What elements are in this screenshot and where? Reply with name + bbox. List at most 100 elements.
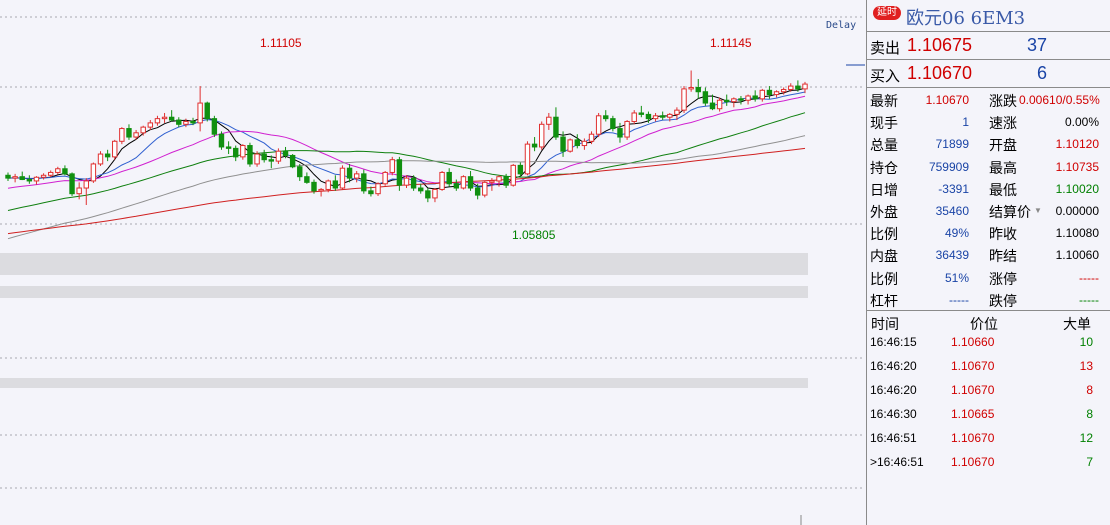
- candle-body-up: [802, 83, 808, 90]
- candle-body-up: [496, 176, 502, 182]
- candle-body-down: [425, 190, 431, 199]
- quote-panel: 延时 欧元06 6EM3 卖出 1.10675 37 买入 1.10670 6 …: [866, 0, 1110, 525]
- candle-body-up: [731, 98, 737, 103]
- candle-body-down: [702, 91, 709, 104]
- candle-body-down: [268, 159, 275, 162]
- candle-body-down: [211, 118, 218, 135]
- delay-label: Delay: [826, 20, 857, 31]
- sell-row[interactable]: 卖出 1.10675 37: [867, 32, 1110, 59]
- candle-body-down: [795, 85, 801, 90]
- stat-row: 比例 49% 昨收 1.10080: [867, 221, 1110, 245]
- stat-label: 最低: [989, 181, 1017, 198]
- candle-body-down: [474, 187, 481, 196]
- candle-body-down: [282, 150, 289, 156]
- candle-body-up: [403, 177, 410, 186]
- candle-body-up: [538, 123, 545, 148]
- tick-time: 16:46:15: [870, 335, 917, 349]
- candle-body-up: [546, 116, 552, 125]
- candle-body-down: [297, 166, 303, 178]
- tick-time: 16:46:51: [870, 431, 917, 445]
- tick-size: 12: [1079, 431, 1093, 445]
- candle-body-up: [510, 164, 516, 186]
- candle-body-up: [780, 88, 787, 93]
- stat-label: 内盘: [870, 248, 898, 265]
- stat-value: 51%: [944, 270, 969, 285]
- band: [0, 286, 808, 298]
- sell-label: 卖出: [870, 40, 901, 57]
- chevron-down-icon[interactable]: ▼: [1034, 206, 1042, 215]
- tick-price: 1.10670: [951, 383, 995, 397]
- tick-price: 1.10670: [951, 455, 995, 469]
- buy-label: 买入: [870, 68, 901, 85]
- candle-body-down: [233, 147, 239, 158]
- candle-body-up: [197, 102, 203, 124]
- tick-row[interactable]: 16:46:15 1.10660 10: [867, 330, 1110, 354]
- candle-body-down: [517, 164, 524, 175]
- candle-body-up: [389, 159, 395, 173]
- stat-value: 759909: [928, 159, 969, 174]
- stat-label: 昨结: [989, 248, 1017, 265]
- candle-body-down: [766, 89, 773, 96]
- candle-body-down: [361, 173, 367, 192]
- candle-body-up: [588, 133, 595, 142]
- candle-body-up: [432, 188, 438, 199]
- candle-body-down: [218, 133, 225, 148]
- tick-size: 7: [1086, 455, 1093, 469]
- candle-body-down: [69, 173, 75, 195]
- tick-row[interactable]: 16:46:20 1.10670 8: [867, 378, 1110, 402]
- candle-body-up: [667, 113, 673, 118]
- stat-label: 最新: [870, 93, 898, 109]
- candle-body-down: [709, 102, 716, 110]
- candle-body-up: [688, 86, 694, 90]
- tick-size: 13: [1079, 359, 1093, 373]
- candle-body-up: [482, 181, 488, 196]
- candle-body-down: [346, 167, 353, 179]
- tick-row[interactable]: 16:46:51 1.10670 12: [867, 426, 1110, 450]
- stat-value: 1.10670: [925, 93, 969, 107]
- candle-body-down: [453, 183, 460, 189]
- tick-row[interactable]: >16:46:51 1.10670 7: [867, 450, 1110, 474]
- candle-body-up: [154, 118, 161, 124]
- tick-size: 8: [1086, 407, 1093, 421]
- stat-value: 49%: [944, 226, 969, 241]
- high-annotation-right: 1.11145: [710, 36, 752, 50]
- tick-time: 16:46:20: [870, 383, 917, 397]
- candle-body-down: [738, 98, 744, 101]
- stat-value: -----: [949, 292, 969, 307]
- stat-row: 持仓 759909 最高 1.10735: [867, 155, 1110, 179]
- candle-body-up: [788, 85, 794, 90]
- candle-body-down: [553, 116, 559, 138]
- candle-body-down: [26, 179, 33, 182]
- chart-canvas[interactable]: [0, 0, 865, 525]
- candle-body-down: [225, 146, 232, 149]
- tick-size: 8: [1086, 383, 1093, 397]
- stat-label: 持仓: [870, 159, 898, 176]
- candle-body-down: [176, 119, 182, 125]
- candle-body-down: [289, 154, 296, 168]
- candle-body-up: [240, 145, 246, 158]
- candle-body-down: [126, 128, 132, 138]
- candle-body-down: [503, 176, 509, 186]
- stat-value: 1.10020: [1055, 181, 1099, 196]
- stat-label: 比例: [870, 226, 898, 243]
- sell-price: 1.10675: [907, 35, 973, 55]
- candle-body-up: [83, 180, 89, 189]
- candle-body-down: [261, 153, 267, 161]
- stat-row: 总量 71899 开盘 1.10120: [867, 132, 1110, 156]
- candle-body-down: [724, 99, 730, 103]
- candle-body-up: [325, 180, 331, 190]
- tick-row[interactable]: 16:46:20 1.10670 13: [867, 354, 1110, 378]
- tick-row[interactable]: 16:46:30 1.10665 8: [867, 402, 1110, 426]
- stat-value: 1.10060: [1055, 248, 1099, 263]
- candle-body-up: [460, 176, 467, 189]
- stat-value: -3391: [938, 181, 969, 196]
- candlestick-chart[interactable]: Delay 1.11105 1.11145 1.05805: [0, 0, 865, 525]
- stat-label: 涨停: [989, 270, 1017, 287]
- buy-row[interactable]: 买入 1.10670 6: [867, 60, 1110, 87]
- stat-label: 涨跌: [989, 93, 1017, 109]
- candle-body-up: [318, 188, 324, 192]
- candle-body-up: [624, 120, 630, 138]
- candle-body-up: [133, 132, 139, 138]
- tick-price: 1.10670: [951, 359, 995, 373]
- tick-price: 1.10660: [951, 335, 995, 349]
